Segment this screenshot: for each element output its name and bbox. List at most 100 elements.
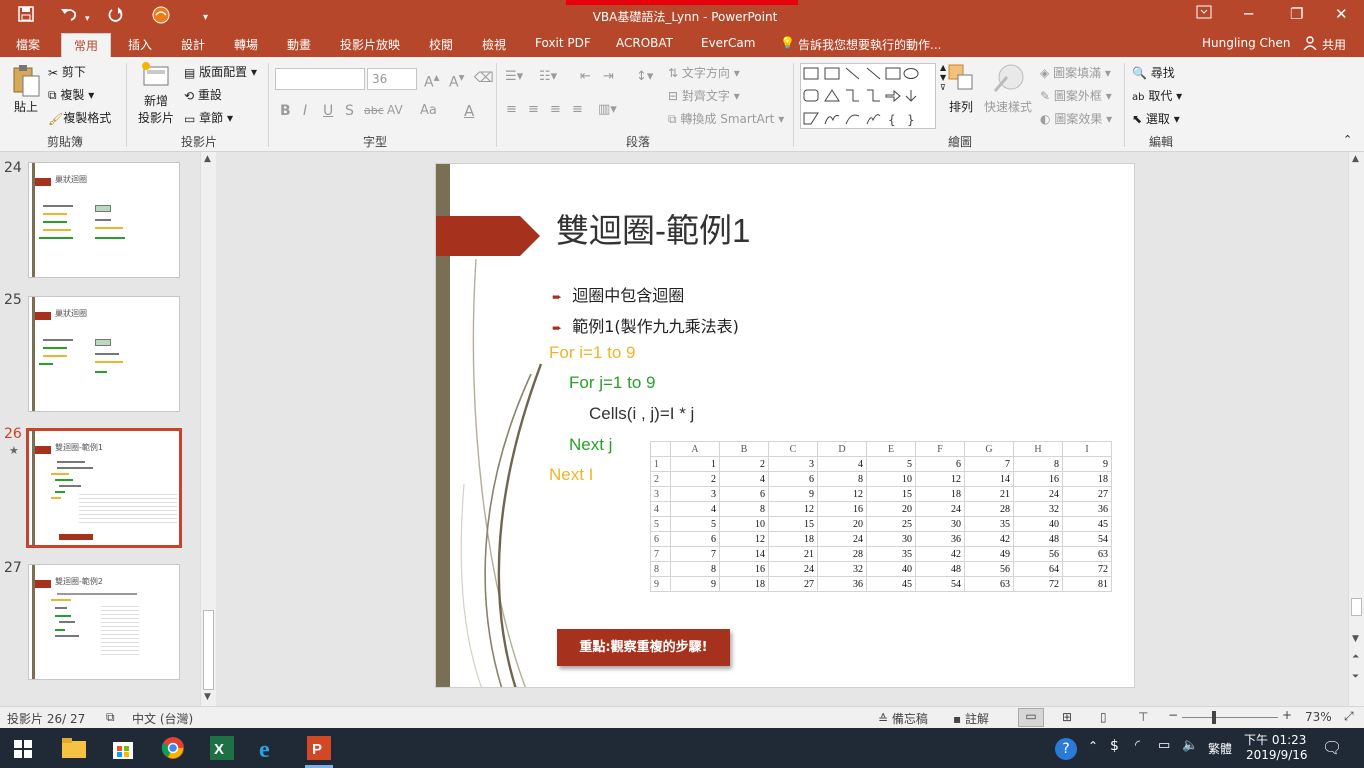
code-line[interactable]: Next j bbox=[569, 435, 612, 455]
zoom-slider[interactable] bbox=[1182, 717, 1278, 718]
shape-fill-button[interactable]: ◈ 圖案填滿 ▾ bbox=[1040, 64, 1111, 81]
code-line[interactable]: Cells(i , j)=I * j bbox=[589, 404, 694, 424]
align-text-button[interactable]: ⊟ 對齊文字 ▾ bbox=[668, 87, 740, 104]
slideshow-icon[interactable]: ⊤ bbox=[1138, 710, 1148, 724]
show-hidden-icon[interactable]: ⌃ bbox=[1088, 739, 1098, 753]
store-icon[interactable] bbox=[112, 736, 134, 760]
tab-evercam[interactable]: EverCam bbox=[701, 36, 755, 50]
tab-animations[interactable]: 動畫 bbox=[287, 36, 311, 53]
comments-button[interactable]: ▪ 註解 bbox=[953, 710, 989, 727]
close-icon[interactable]: ✕ bbox=[1335, 5, 1348, 23]
zoom-out-icon[interactable]: − bbox=[1168, 708, 1178, 722]
tab-file[interactable]: 檔案 bbox=[16, 36, 40, 53]
minimize-icon[interactable]: ─ bbox=[1244, 5, 1253, 23]
font-size-box[interactable]: 36 bbox=[367, 68, 417, 90]
shape-effects-button[interactable]: ◐ 圖案效果 ▾ bbox=[1040, 110, 1112, 127]
italic-button[interactable]: I bbox=[303, 103, 307, 119]
slide-canvas[interactable]: 雙迴圈-範例1 ➨ 迴圈中包含迴圈 ➨ 範例1(製作九九乘法表) For i=1… bbox=[435, 163, 1135, 688]
callout-box[interactable]: 重點:觀察重複的步驟! bbox=[557, 629, 730, 666]
thumbnail-scrollbar[interactable]: ▲ ▼ bbox=[200, 152, 216, 706]
columns-icon[interactable]: ▥▾ bbox=[598, 102, 617, 117]
zoom-slider-thumb[interactable] bbox=[1212, 711, 1216, 724]
undo-dropdown-icon[interactable]: ▾ bbox=[85, 10, 90, 28]
paste-button[interactable]: 貼上 bbox=[9, 63, 43, 115]
slide-title[interactable]: 雙迴圈-範例1 bbox=[556, 204, 750, 252]
zoom-level[interactable]: 73% bbox=[1305, 710, 1332, 724]
arrange-button[interactable]: 排列 bbox=[946, 63, 976, 115]
restore-icon[interactable]: ❐ bbox=[1290, 5, 1303, 23]
tab-review[interactable]: 校閱 bbox=[429, 36, 453, 53]
shrink-font-icon[interactable]: A▾ bbox=[449, 70, 464, 91]
tab-acrobat[interactable]: ACROBAT bbox=[616, 36, 673, 50]
next-slide-icon[interactable]: ⏷ bbox=[1352, 672, 1359, 682]
text-direction-button[interactable]: ⇅ 文字方向 ▾ bbox=[668, 64, 740, 81]
user-name[interactable]: Hungling Chen bbox=[1202, 36, 1291, 50]
shape-outline-button[interactable]: ✎ 圖案外框 ▾ bbox=[1040, 87, 1112, 104]
decrease-indent-icon[interactable]: ⇤ bbox=[580, 69, 591, 84]
record-icon[interactable] bbox=[152, 6, 170, 28]
battery-icon[interactable]: ▭ bbox=[1158, 738, 1170, 753]
new-slide-button[interactable]: 新增 投影片 bbox=[134, 61, 178, 126]
slide-thumbnail-24[interactable]: 巢狀迴圈 bbox=[28, 162, 180, 278]
shadow-button[interactable]: S bbox=[345, 103, 354, 119]
excel-icon[interactable]: X bbox=[210, 736, 234, 760]
tab-transitions[interactable]: 轉場 bbox=[234, 36, 258, 53]
tell-me-box[interactable]: 告訴我您想要執行的動作... bbox=[798, 36, 941, 53]
save-icon[interactable] bbox=[18, 6, 34, 26]
tab-slideshow[interactable]: 投影片放映 bbox=[340, 36, 400, 53]
line-spacing-icon[interactable]: ↕▾ bbox=[636, 69, 653, 84]
collapse-ribbon-icon[interactable]: ⌃ bbox=[1343, 133, 1352, 146]
code-line[interactable]: For j=1 to 9 bbox=[569, 373, 655, 393]
ime-indicator[interactable]: 繁體 bbox=[1208, 740, 1232, 757]
chrome-icon[interactable] bbox=[161, 736, 185, 760]
zoom-in-icon[interactable]: + bbox=[1282, 708, 1292, 722]
clock-date[interactable]: 2019/9/16 bbox=[1246, 748, 1308, 762]
find-button[interactable]: 🔍 尋找 bbox=[1132, 64, 1175, 81]
copy-button[interactable]: ⧉ 複製 ▾ bbox=[48, 86, 94, 103]
windows-start-icon[interactable] bbox=[14, 740, 32, 758]
language-indicator[interactable]: 中文 (台灣) bbox=[132, 710, 193, 727]
tab-home[interactable]: 常用 bbox=[61, 33, 112, 57]
share-button[interactable]: 共用 bbox=[1322, 36, 1346, 53]
grow-font-icon[interactable]: A▴ bbox=[424, 70, 439, 91]
internet-explorer-icon[interactable]: e bbox=[258, 736, 282, 760]
align-left-icon[interactable]: ≡ bbox=[506, 102, 517, 117]
notification-icon[interactable]: 🗨 bbox=[1322, 738, 1342, 757]
select-button[interactable]: ⬉ 選取 ▾ bbox=[1132, 110, 1180, 127]
clear-format-icon[interactable]: ⌫ bbox=[474, 70, 494, 86]
align-center-icon[interactable]: ≡ bbox=[528, 102, 539, 117]
undo-icon[interactable] bbox=[60, 6, 78, 26]
redo-icon[interactable] bbox=[108, 6, 124, 26]
tab-foxit[interactable]: Foxit PDF bbox=[535, 36, 591, 50]
char-spacing-button[interactable]: AV bbox=[387, 103, 403, 117]
bullet-item[interactable]: ➨ 迴圈中包含迴圈 bbox=[552, 282, 684, 306]
quick-styles-button[interactable]: 快速樣式 bbox=[982, 63, 1034, 115]
spellcheck-icon[interactable]: ⧉ bbox=[106, 710, 115, 725]
font-color-icon[interactable]: A bbox=[464, 102, 474, 120]
powerpoint-icon[interactable]: P bbox=[307, 736, 331, 760]
fit-slide-icon[interactable]: ⤢ bbox=[1344, 709, 1354, 724]
scrollbar-thumb[interactable] bbox=[1351, 598, 1362, 616]
slide-thumbnail-27[interactable]: 雙迴圈-範例2 bbox=[28, 564, 180, 680]
code-line[interactable]: Next I bbox=[549, 465, 593, 485]
justify-icon[interactable]: ≡ bbox=[572, 102, 583, 117]
font-name-box[interactable] bbox=[275, 68, 365, 90]
numbering-icon[interactable]: ☷▾ bbox=[539, 69, 557, 84]
prev-slide-icon[interactable]: ⏶ bbox=[1352, 652, 1359, 662]
change-case-button[interactable]: Aa bbox=[420, 103, 437, 118]
shapes-gallery[interactable]: {} bbox=[800, 63, 936, 129]
currency-icon[interactable]: $ bbox=[1110, 738, 1119, 754]
reading-view-icon[interactable]: ▯ bbox=[1100, 710, 1107, 724]
normal-view-icon[interactable]: ▭ bbox=[1018, 708, 1044, 727]
replace-button[interactable]: ab 取代 ▾ bbox=[1132, 87, 1182, 104]
underline-button[interactable]: U bbox=[323, 103, 333, 119]
align-right-icon[interactable]: ≡ bbox=[550, 102, 561, 117]
bold-button[interactable]: B bbox=[280, 103, 291, 119]
smartart-button[interactable]: ⧉ 轉換成 SmartArt ▾ bbox=[668, 110, 784, 127]
section-button[interactable]: ▭ 章節 ▾ bbox=[184, 109, 233, 126]
slide-sorter-icon[interactable]: ⊞ bbox=[1062, 710, 1072, 724]
slide-thumbnail-26[interactable]: 雙迴圈-範例1 bbox=[26, 428, 182, 548]
notes-button[interactable]: ≙ 備忘稿 bbox=[878, 710, 928, 727]
clock-time[interactable]: 下午 01:23 bbox=[1244, 731, 1306, 748]
slide-thumbnail-25[interactable]: 巢狀迴圈 bbox=[28, 296, 180, 412]
